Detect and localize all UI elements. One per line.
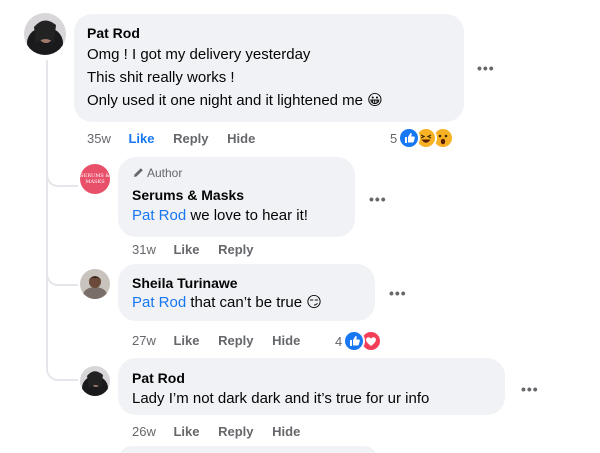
- mention-link[interactable]: Pat Rod: [132, 294, 186, 311]
- reaction-summary[interactable]: 4: [335, 330, 383, 352]
- brand-logo-text: SERUMS & MASKS: [80, 173, 110, 185]
- comment-text: Pat Rod that can’t be true 😏: [132, 292, 322, 314]
- hide-button[interactable]: Hide: [227, 131, 255, 146]
- comment-actions: 35w Like Reply Hide: [87, 131, 255, 146]
- timestamp[interactable]: 31w: [132, 242, 156, 257]
- timestamp[interactable]: 35w: [87, 131, 111, 146]
- author-badge-label: Author: [147, 166, 183, 180]
- timestamp[interactable]: 27w: [132, 333, 156, 348]
- author-badge: Author: [132, 166, 182, 182]
- avatar[interactable]: [80, 269, 110, 299]
- pencil-icon: [132, 166, 145, 182]
- reply-button[interactable]: Reply: [218, 333, 253, 348]
- reaction-summary[interactable]: 5: [390, 127, 455, 149]
- comment-thread: Pat Rod Omg ! I got my delivery yesterda…: [0, 0, 600, 453]
- comment-actions: 26w Like Reply Hide: [132, 424, 300, 439]
- reaction-count: 5: [390, 130, 398, 146]
- next-comment-bubble: [118, 446, 378, 453]
- like-icon: [398, 127, 421, 149]
- reply-button[interactable]: Reply: [173, 131, 208, 146]
- mention-link[interactable]: Pat Rod: [132, 207, 186, 224]
- comment-text-line: Only used it one night and it lightened …: [87, 92, 383, 109]
- comment-actions: 31w Like Reply: [132, 242, 254, 257]
- more-options-icon[interactable]: •••: [389, 285, 407, 301]
- avatar[interactable]: SERUMS & MASKS: [80, 164, 110, 194]
- hide-button[interactable]: Hide: [272, 424, 300, 439]
- comment-text: Lady I’m not dark dark and it’s true for…: [132, 390, 430, 407]
- like-button[interactable]: Like: [173, 424, 199, 439]
- more-options-icon[interactable]: •••: [369, 191, 387, 207]
- comment-text: Pat Rod we love to hear it!: [132, 205, 308, 227]
- thread-elbow: [46, 163, 78, 187]
- commenter-name[interactable]: Sheila Turinawe: [132, 275, 238, 291]
- like-icon: [343, 330, 366, 352]
- reply-button[interactable]: Reply: [218, 242, 253, 257]
- comment-text-line: This shit really works !: [87, 69, 235, 86]
- commenter-name[interactable]: Pat Rod: [132, 370, 185, 386]
- thread-elbow: [46, 262, 78, 286]
- more-options-icon[interactable]: •••: [521, 381, 539, 397]
- avatar[interactable]: [80, 366, 110, 396]
- commenter-name[interactable]: Serums & Masks: [132, 187, 244, 203]
- hide-button[interactable]: Hide: [272, 333, 300, 348]
- thread-elbow: [46, 357, 78, 381]
- comment-text-body: we love to hear it!: [186, 207, 308, 224]
- timestamp[interactable]: 26w: [132, 424, 156, 439]
- commenter-name[interactable]: Pat Rod: [87, 25, 140, 41]
- comment-text-line: Omg ! I got my delivery yesterday: [87, 46, 311, 63]
- like-button[interactable]: Like: [173, 333, 199, 348]
- reply-button[interactable]: Reply: [218, 424, 253, 439]
- comment-actions: 27w Like Reply Hide: [132, 333, 300, 348]
- like-button[interactable]: Like: [128, 131, 154, 146]
- thread-connector: [46, 60, 48, 360]
- more-options-icon[interactable]: •••: [477, 60, 495, 76]
- avatar[interactable]: [24, 13, 66, 55]
- reaction-count: 4: [335, 333, 343, 349]
- comment-text-body: that can’t be true 😏: [186, 294, 322, 311]
- like-button[interactable]: Like: [173, 242, 199, 257]
